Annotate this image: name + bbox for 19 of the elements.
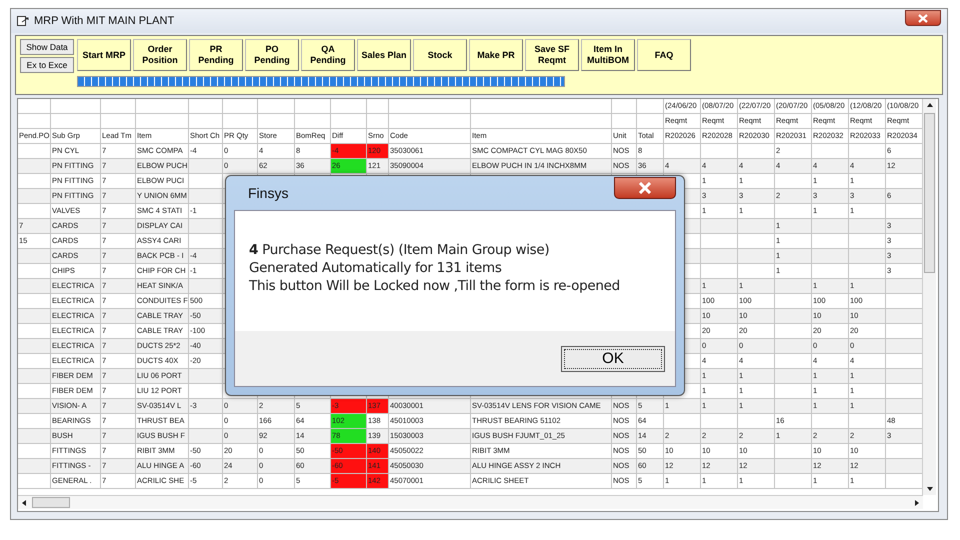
toolbar-button[interactable]: Order Position — [133, 39, 187, 71]
toolbar-button[interactable]: Show Data — [20, 39, 74, 55]
toolbar-button[interactable]: QA Pending — [301, 39, 355, 71]
window-title: MRP With MIT MAIN PLANT — [34, 15, 174, 27]
toolbar-button[interactable]: Save SF Reqmt — [525, 39, 579, 71]
message-text: Generated Automatically for 131 items — [249, 259, 503, 277]
toolbar-button[interactable]: Make PR — [469, 39, 523, 71]
toolbar-button[interactable]: PR Pending — [189, 39, 243, 71]
toolbar-button[interactable]: Ex to Exce — [20, 57, 74, 73]
message-text: 4 Purchase Request(s) (Item Main Group wise) — [249, 241, 550, 259]
toolbar-button[interactable]: Stock — [413, 39, 467, 71]
toolbar-button[interactable]: Sales Plan — [357, 39, 411, 71]
toolbar-button[interactable]: PO Pending — [245, 39, 299, 71]
toolbar-button[interactable]: FAQ — [637, 39, 691, 71]
message-text: This button Will be Locked now ,Till the form is re-opened — [249, 277, 621, 295]
ok-button[interactable]: OK — [561, 346, 665, 372]
toolbar-button[interactable]: Start MRP — [77, 39, 131, 71]
toolbar-button[interactable]: Item In MultiBOM — [581, 39, 635, 71]
dialog-title: Finsys — [248, 185, 288, 201]
